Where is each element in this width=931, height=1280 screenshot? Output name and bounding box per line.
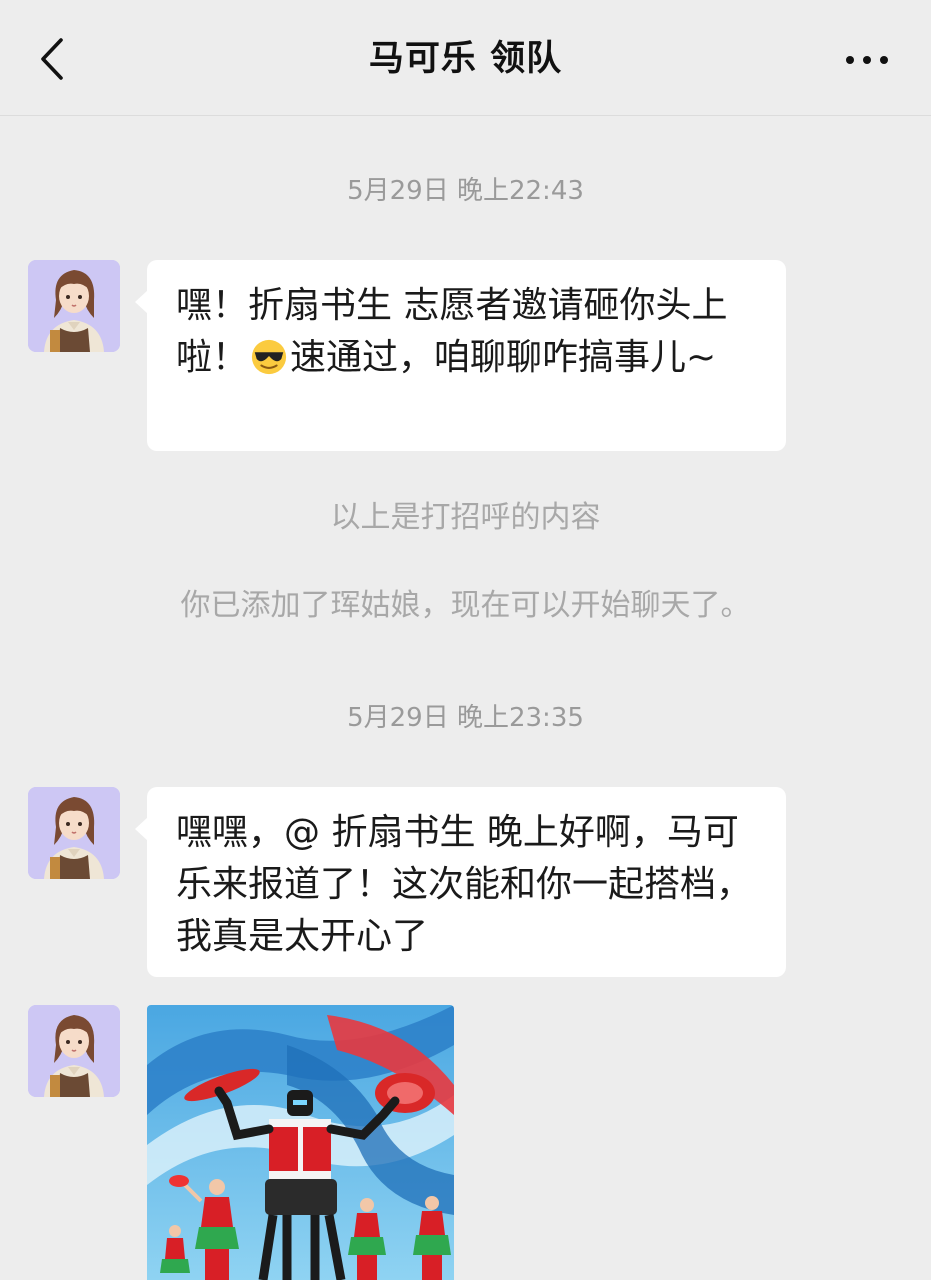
more-horizontal-icon bbox=[846, 56, 888, 64]
system-note: 以上是打招呼的内容 bbox=[330, 500, 601, 535]
girl-avatar-illustration bbox=[28, 260, 120, 352]
image-message[interactable] bbox=[147, 1005, 454, 1280]
message-text: 速通过，咱聊聊咋搞事儿~ bbox=[290, 337, 717, 378]
system-note: 你已添加了珲姑娘，现在可以开始聊天了。 bbox=[180, 588, 751, 623]
message-timestamp: 5月29日 晚上22:43 bbox=[347, 176, 584, 206]
message-bubble[interactable]: 嘿！折扇书生 志愿者邀请砸你头上啦！ 速通过，咱聊聊咋搞事儿~ bbox=[135, 260, 786, 451]
girl-avatar-illustration bbox=[28, 1005, 120, 1097]
girl-avatar-illustration bbox=[28, 787, 120, 879]
avatar[interactable] bbox=[28, 787, 120, 879]
message-timestamp: 5月29日 晚上23:35 bbox=[347, 703, 584, 733]
more-options-button[interactable] bbox=[839, 40, 895, 80]
chat-title: 马可乐 领队 bbox=[368, 39, 563, 79]
chat-screen: 马可乐 领队 5月29日 晚上22:43 嘿！折扇书生 志愿者邀请砸你头上啦！ … bbox=[0, 0, 931, 1280]
message-text: 嘿嘿，@ 折扇书生 晚上好啊，马可乐来报道了！这次能和你一起搭档，我真是太开心了 bbox=[176, 812, 753, 957]
avatar[interactable] bbox=[28, 1005, 120, 1097]
avatar[interactable] bbox=[28, 260, 120, 352]
message-bubble[interactable]: 嘿嘿，@ 折扇书生 晚上好啊，马可乐来报道了！这次能和你一起搭档，我真是太开心了 bbox=[135, 787, 786, 977]
robot-performance-photo bbox=[147, 1005, 454, 1280]
chat-header: 马可乐 领队 bbox=[0, 0, 931, 116]
cool-face-sunglasses-icon bbox=[251, 339, 287, 375]
